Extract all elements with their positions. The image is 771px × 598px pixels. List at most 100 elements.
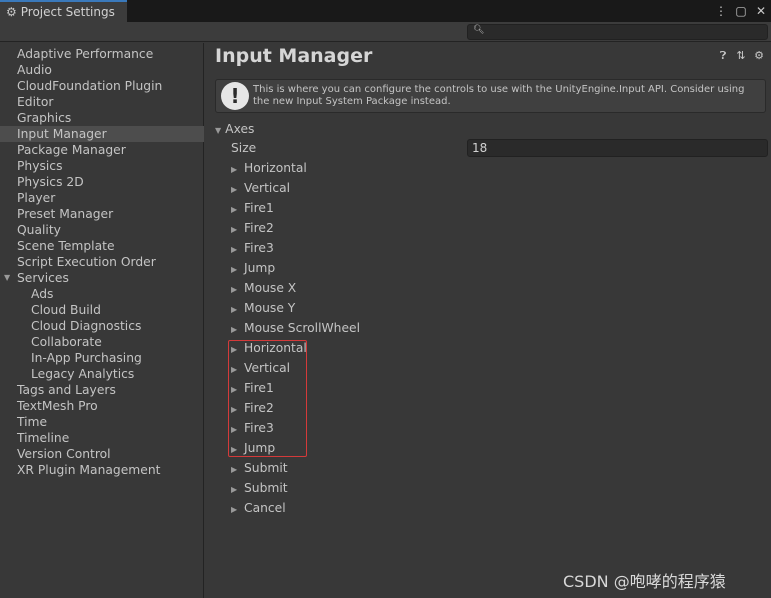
foldout-collapsed-icon: ▶	[231, 225, 238, 234]
sidebar-item-label: Audio	[17, 63, 52, 77]
foldout-collapsed-icon: ▶	[231, 165, 238, 174]
sidebar-item-label: In-App Purchasing	[31, 351, 142, 365]
preset-icon[interactable]: ⇅	[735, 49, 747, 63]
sidebar-item-label: Timeline	[17, 431, 70, 445]
sidebar-item[interactable]: Audio	[0, 62, 204, 78]
axis-item-label: Horizontal	[244, 161, 307, 175]
axis-item-label: Fire1	[244, 201, 274, 215]
sidebar-item[interactable]: Ads	[0, 286, 204, 302]
foldout-expanded-icon[interactable]: ▼	[4, 270, 10, 286]
axis-item-label: Vertical	[244, 181, 291, 195]
sidebar-item[interactable]: Adaptive Performance	[0, 46, 204, 62]
foldout-collapsed-icon: ▶	[231, 185, 238, 194]
sidebar-item-label: Quality	[17, 223, 61, 237]
sidebar-item[interactable]: Tags and Layers	[0, 382, 204, 398]
sidebar-item[interactable]: XR Plugin Management	[0, 462, 204, 478]
axis-item-label: Fire2	[244, 221, 274, 235]
sidebar-item-label: TextMesh Pro	[17, 399, 98, 413]
sidebar-item[interactable]: Quality	[0, 222, 204, 238]
sidebar-item-label: Adaptive Performance	[17, 47, 154, 61]
axis-item-label: Jump	[244, 261, 276, 275]
sidebar-item-label: Collaborate	[31, 335, 102, 349]
sidebar-item-label: Editor	[17, 95, 54, 109]
axis-item-label: Mouse ScrollWheel	[244, 321, 361, 335]
foldout-collapsed-icon: ▶	[231, 485, 238, 494]
sidebar-item-label: Cloud Diagnostics	[31, 319, 142, 333]
foldout-collapsed-icon: ▶	[231, 265, 238, 274]
sidebar-item[interactable]: Cloud Diagnostics	[0, 318, 204, 334]
sidebar-item[interactable]: TextMesh Pro	[0, 398, 204, 414]
size-field[interactable]: 18	[467, 139, 768, 157]
sidebar-item[interactable]: CloudFoundation Plugin	[0, 78, 204, 94]
sidebar-item[interactable]: Script Execution Order	[0, 254, 204, 270]
axis-item[interactable]: ▶ Jump	[231, 260, 275, 276]
axes-foldout[interactable]: ▼ Axes	[215, 121, 254, 137]
project-settings-tab[interactable]: ⚙ Project Settings	[0, 0, 127, 22]
axis-item[interactable]: ▶ Fire3	[231, 240, 274, 256]
sidebar-item[interactable]: Scene Template	[0, 238, 204, 254]
sidebar-item[interactable]: Collaborate	[0, 334, 204, 350]
kebab-menu-icon[interactable]: ⋮	[715, 4, 727, 18]
search-input[interactable]: 🔍︎	[467, 24, 768, 40]
axis-item-label: Mouse X	[244, 281, 297, 295]
settings-gear-icon[interactable]: ⚙	[753, 49, 765, 63]
sidebar-item-label: Legacy Analytics	[31, 367, 135, 381]
sidebar-item-label: Script Execution Order	[17, 255, 156, 269]
sidebar-item[interactable]: In-App Purchasing	[0, 350, 204, 366]
sidebar-item[interactable]: Package Manager	[0, 142, 204, 158]
axis-item[interactable]: ▶ Fire2	[231, 220, 274, 236]
foldout-collapsed-icon: ▶	[231, 305, 238, 314]
search-icon: 🔍︎	[473, 25, 485, 35]
sidebar-item[interactable]: Timeline	[0, 430, 204, 446]
sidebar-item[interactable]: Editor	[0, 94, 204, 110]
sidebar-item-label: Scene Template	[17, 239, 115, 253]
axis-item[interactable]: ▶ Submit	[231, 480, 288, 496]
foldout-collapsed-icon: ▶	[231, 245, 238, 254]
size-label: Size	[231, 141, 257, 155]
gear-icon: ⚙	[6, 5, 17, 19]
sidebar-item-label: Package Manager	[17, 143, 126, 157]
sidebar-item-label: Physics	[17, 159, 63, 173]
axis-item[interactable]: ▶ Vertical	[231, 180, 290, 196]
axis-item[interactable]: ▶ Mouse ScrollWheel	[231, 320, 360, 336]
sidebar-item-label: Input Manager	[17, 127, 107, 141]
sidebar-item[interactable]: Physics	[0, 158, 204, 174]
axis-item[interactable]: ▶ Mouse Y	[231, 300, 295, 316]
settings-toolbar: 🔍︎	[0, 22, 771, 42]
maximize-icon[interactable]: ▢	[735, 4, 747, 18]
sidebar-item[interactable]: Time	[0, 414, 204, 430]
help-icon[interactable]: ❓︎	[717, 49, 729, 63]
axis-item-label: Fire3	[244, 241, 274, 255]
sidebar-item[interactable]: Legacy Analytics	[0, 366, 204, 382]
sidebar-item-label: Graphics	[17, 111, 72, 125]
axis-item[interactable]: ▶ Horizontal	[231, 160, 307, 176]
sidebar-item[interactable]: Physics 2D	[0, 174, 204, 190]
axis-item[interactable]: ▶ Cancel	[231, 500, 286, 516]
foldout-collapsed-icon: ▶	[231, 325, 238, 334]
sidebar-item[interactable]: Cloud Build	[0, 302, 204, 318]
axis-item-label: Submit	[244, 461, 288, 475]
sidebar-item[interactable]: Graphics	[0, 110, 204, 126]
page-title: Input Manager	[215, 45, 373, 67]
sidebar-item[interactable]: Version Control	[0, 446, 204, 462]
tab-title: Project Settings	[20, 5, 115, 19]
close-icon[interactable]: ✕	[755, 4, 767, 18]
axis-item[interactable]: ▶ Mouse X	[231, 280, 296, 296]
axis-item[interactable]: ▶ Submit	[231, 460, 288, 476]
foldout-collapsed-icon: ▶	[231, 505, 238, 514]
sidebar-item[interactable]: Preset Manager	[0, 206, 204, 222]
sidebar-item-label: Time	[17, 415, 48, 429]
sidebar-item-label: Services	[17, 271, 69, 285]
sidebar-item-label: Tags and Layers	[17, 383, 116, 397]
warning-icon: !	[221, 82, 249, 110]
foldout-collapsed-icon: ▶	[231, 205, 238, 214]
axis-item[interactable]: ▶ Fire1	[231, 200, 274, 216]
sidebar-item[interactable]: Player	[0, 190, 204, 206]
sidebar-item-label: Ads	[31, 287, 54, 301]
sidebar-item[interactable]: Input Manager	[0, 126, 204, 142]
axis-item-label: Mouse Y	[244, 301, 296, 315]
sidebar-item[interactable]: ▼ Services	[0, 270, 204, 286]
sidebar-item-label: Preset Manager	[17, 207, 114, 221]
axes-label: Axes	[225, 122, 255, 136]
foldout-expanded-icon: ▼	[215, 126, 222, 135]
